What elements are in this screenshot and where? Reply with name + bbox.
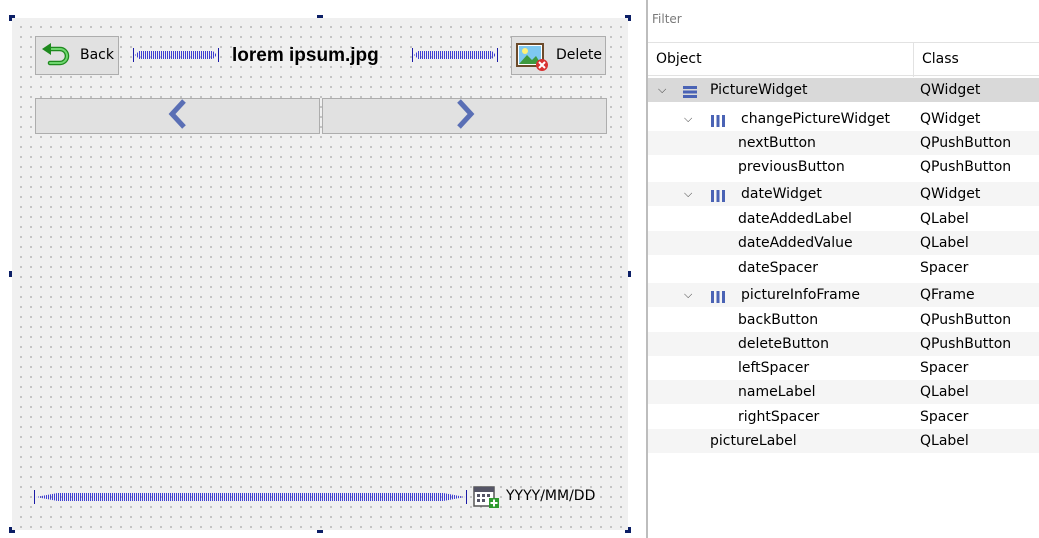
- object-name: dateSpacer: [738, 260, 818, 276]
- object-name: changePictureWidget: [741, 111, 890, 127]
- class-name: QLabel: [920, 235, 969, 251]
- tree-row[interactable]: nameLabel QLabel: [648, 380, 1039, 404]
- chevron-down-icon[interactable]: ⌵: [684, 107, 692, 131]
- horizontal-layout-icon: [710, 187, 726, 202]
- tree-row[interactable]: nextButton QPushButton: [648, 131, 1039, 155]
- chevron-left-icon: [168, 99, 188, 133]
- object-name: dateWidget: [741, 186, 822, 202]
- class-name: QWidget: [920, 111, 981, 127]
- back-button[interactable]: Back: [35, 36, 119, 75]
- tree-row[interactable]: dateAddedValue QLabel: [648, 231, 1039, 255]
- tree-row[interactable]: dateSpacer Spacer: [648, 256, 1039, 280]
- object-inspector: Object Class ⌵ PictureWidget QWidget ⌵ c…: [646, 0, 1039, 538]
- file-name-label: lorem ipsum.jpg: [232, 45, 379, 66]
- object-name: nameLabel: [738, 384, 816, 400]
- right-spacer[interactable]: [412, 48, 498, 62]
- class-name: QPushButton: [920, 312, 1012, 328]
- tree-row[interactable]: deleteButton QPushButton: [648, 332, 1039, 356]
- next-button[interactable]: [322, 98, 607, 134]
- object-name: previousButton: [738, 159, 845, 175]
- date-spacer[interactable]: [34, 490, 467, 504]
- chevron-right-icon: [455, 99, 475, 133]
- object-name: PictureWidget: [710, 82, 808, 98]
- object-name: pictureInfoFrame: [741, 287, 861, 303]
- left-spacer[interactable]: [133, 48, 219, 62]
- object-name: backButton: [738, 312, 819, 328]
- chevron-down-icon[interactable]: ⌵: [684, 283, 692, 307]
- header-divider: [913, 43, 914, 77]
- class-name: Spacer: [920, 409, 969, 425]
- delete-button-label: Delete: [556, 47, 602, 63]
- object-name: nextButton: [738, 135, 816, 151]
- delete-picture-icon: [516, 42, 550, 72]
- back-button-label: Back: [80, 47, 114, 63]
- chevron-down-icon[interactable]: ⌵: [658, 78, 666, 102]
- chevron-down-icon[interactable]: ⌵: [684, 182, 692, 206]
- tree-row[interactable]: pictureLabel QLabel: [648, 429, 1039, 453]
- object-name: dateAddedLabel: [738, 211, 852, 227]
- class-name: QPushButton: [920, 159, 1012, 175]
- class-name: QPushButton: [920, 135, 1012, 151]
- tree-row[interactable]: backButton QPushButton: [648, 308, 1039, 332]
- picture-widget-form[interactable]: [12, 18, 628, 530]
- class-name: Spacer: [920, 360, 969, 376]
- class-name: Spacer: [920, 260, 969, 276]
- header-class[interactable]: Class: [922, 51, 959, 67]
- tree-row[interactable]: previousButton QPushButton: [648, 155, 1039, 179]
- object-name: dateAddedValue: [738, 235, 853, 251]
- class-name: QWidget: [920, 186, 981, 202]
- object-name: pictureLabel: [710, 433, 797, 449]
- horizontal-layout-icon: [710, 112, 726, 127]
- class-name: QLabel: [920, 433, 969, 449]
- designer-canvas: Back lorem ipsum.jpg Delete YYYY/MM/DD: [0, 0, 646, 538]
- tree-row[interactable]: rightSpacer Spacer: [648, 405, 1039, 429]
- tree-row[interactable]: ⌵ dateWidget QWidget: [648, 182, 1039, 206]
- tree-header: Object Class: [648, 42, 1039, 77]
- calendar-add-icon: [473, 484, 499, 510]
- object-name: deleteButton: [738, 336, 829, 352]
- tree-row[interactable]: leftSpacer Spacer: [648, 356, 1039, 380]
- class-name: QLabel: [920, 384, 969, 400]
- header-object[interactable]: Object: [656, 51, 702, 67]
- tree-row[interactable]: dateAddedLabel QLabel: [648, 207, 1039, 231]
- previous-button[interactable]: [35, 98, 320, 134]
- widget-layout-icon: [682, 83, 698, 98]
- tree-row[interactable]: ⌵ changePictureWidget QWidget: [648, 107, 1039, 131]
- date-added-value: YYYY/MM/DD: [506, 488, 596, 504]
- back-arrow-icon: [40, 43, 70, 69]
- object-name: rightSpacer: [738, 409, 820, 425]
- class-name: QWidget: [920, 82, 981, 98]
- class-name: QPushButton: [920, 336, 1012, 352]
- horizontal-layout-icon: [710, 288, 726, 303]
- class-name: QFrame: [920, 287, 975, 303]
- object-name: leftSpacer: [738, 360, 810, 376]
- class-name: QLabel: [920, 211, 969, 227]
- tree-row[interactable]: ⌵ PictureWidget QWidget: [648, 78, 1039, 102]
- filter-input[interactable]: [650, 8, 1030, 30]
- delete-button[interactable]: Delete: [511, 36, 606, 75]
- tree-row[interactable]: ⌵ pictureInfoFrame QFrame: [648, 283, 1039, 307]
